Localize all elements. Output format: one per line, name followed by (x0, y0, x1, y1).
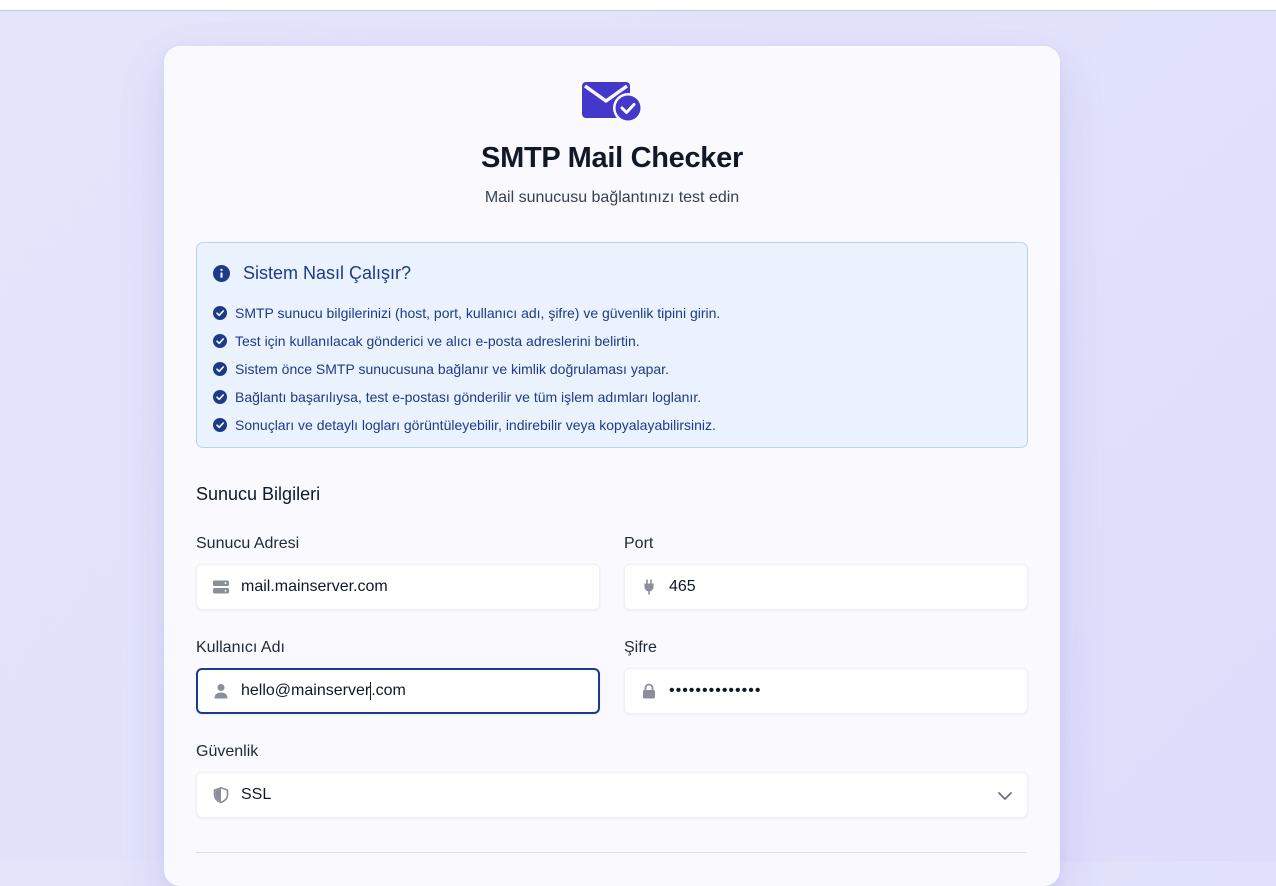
lock-icon (641, 683, 657, 699)
port-label: Port (624, 535, 654, 552)
info-item-text: Bağlantı başarılıysa, test e-postası gön… (235, 389, 702, 405)
list-item: Test için kullanılacak gönderici ve alıc… (213, 327, 720, 355)
info-header: Sistem Nasıl Çalışır? (213, 263, 411, 284)
host-input[interactable]: mail.mainserver.com (196, 564, 600, 610)
list-item: Sistem önce SMTP sunucusuna bağlanır ve … (213, 355, 720, 383)
chevron-down-icon (998, 792, 1012, 800)
security-value: SSL (241, 786, 272, 803)
info-title: Sistem Nasıl Çalışır? (243, 263, 412, 283)
security-select[interactable]: SSL (196, 772, 1028, 818)
username-value: hello@mainserver.com (241, 681, 406, 700)
password-input[interactable]: •••••••••••••• (624, 668, 1028, 714)
info-item-text: Test için kullanılacak gönderici ve alıc… (235, 333, 640, 349)
username-text-after-caret: .com (371, 682, 406, 700)
section-divider (196, 852, 1026, 853)
host-value: mail.mainserver.com (241, 578, 388, 595)
info-list: SMTP sunucu bilgilerinizi (host, port, k… (213, 299, 720, 439)
mail-check-icon (582, 82, 643, 123)
host-label: Sunucu Adresi (196, 535, 300, 552)
plug-icon (641, 579, 657, 595)
browser-top-bar (0, 0, 1276, 11)
check-circle-icon (213, 334, 227, 348)
check-circle-icon (213, 306, 227, 320)
main-card: SMTP Mail Checker Mail sunucusu bağlantı… (164, 46, 1060, 886)
page-title: SMTP Mail Checker (481, 142, 743, 174)
port-value: 465 (669, 578, 696, 595)
list-item: Sonuçları ve detaylı logları görüntüleye… (213, 411, 720, 439)
server-icon (213, 579, 229, 595)
check-circle-icon (213, 390, 227, 404)
username-input[interactable]: hello@mainserver.com (196, 668, 600, 714)
section-title-server: Sunucu Bilgileri (196, 484, 321, 504)
info-box: Sistem Nasıl Çalışır? SMTP sunucu bilgil… (196, 242, 1028, 448)
list-item: Bağlantı başarılıysa, test e-postası gön… (213, 383, 720, 411)
info-circle-icon (213, 265, 230, 282)
port-input[interactable]: 465 (624, 564, 1028, 610)
user-icon (213, 683, 229, 699)
shield-icon (213, 787, 229, 803)
password-label: Şifre (624, 639, 657, 656)
security-label: Güvenlik (196, 743, 259, 760)
username-label: Kullanıcı Adı (196, 639, 285, 656)
check-circle-icon (213, 362, 227, 376)
username-text-before-caret: hello@mainserver (241, 682, 371, 700)
list-item: SMTP sunucu bilgilerinizi (host, port, k… (213, 299, 720, 327)
info-item-text: Sonuçları ve detaylı logları görüntüleye… (235, 417, 716, 433)
info-item-text: Sistem önce SMTP sunucusuna bağlanır ve … (235, 361, 669, 377)
password-value: •••••••••••••• (669, 682, 762, 699)
info-item-text: SMTP sunucu bilgilerinizi (host, port, k… (235, 305, 721, 321)
check-circle-icon (213, 418, 227, 432)
page-subtitle: Mail sunucusu bağlantınızı test edin (484, 189, 740, 206)
